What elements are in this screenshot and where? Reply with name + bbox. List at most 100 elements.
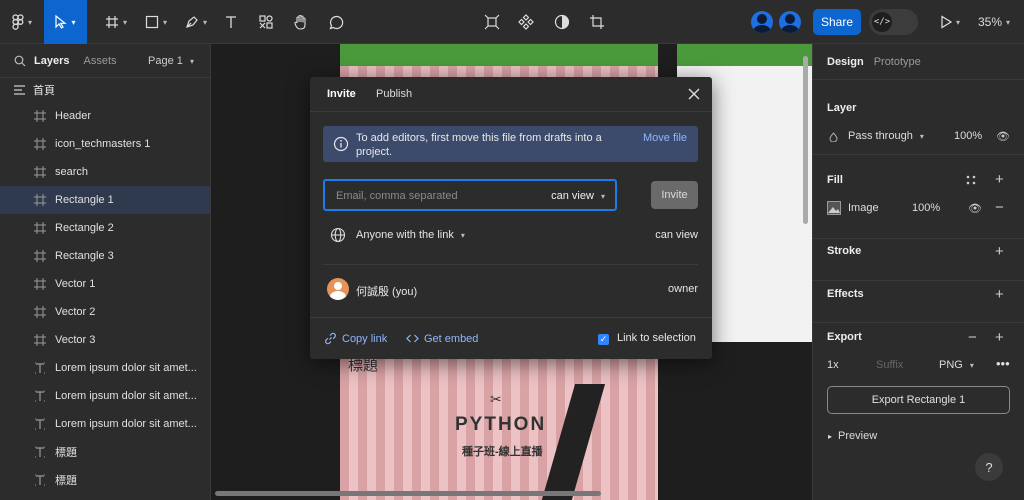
layer-item[interactable]: Vector 3 (0, 326, 210, 354)
chevron-down-icon: ▾ (27, 17, 32, 27)
eye-icon[interactable]: 👁 (968, 202, 982, 215)
frame-icon (33, 305, 47, 319)
hand-tool-button[interactable] (287, 0, 315, 44)
text-icon (33, 389, 47, 403)
layer-item[interactable]: 標題 (0, 466, 210, 494)
dialog-footer: Copy link Get embed ✓ Link to selection (310, 317, 712, 359)
layer-item[interactable]: Vector 2 (0, 298, 210, 326)
frame-selection-icon (484, 14, 500, 30)
copy-link-button[interactable]: Copy link (324, 332, 387, 345)
laptop-image (534, 384, 606, 500)
layer-item[interactable]: Rectangle 3 (0, 242, 210, 270)
get-embed-button[interactable]: Get embed (406, 332, 478, 345)
image-swatch-icon[interactable] (827, 201, 841, 215)
invite-button[interactable]: Invite (651, 181, 698, 209)
create-component-button[interactable] (514, 0, 538, 44)
move-tool-button[interactable]: ▾ (44, 0, 87, 44)
link-icon (325, 332, 336, 345)
remove-export-icon[interactable]: − (968, 330, 977, 345)
page-selector[interactable]: Page 1 ▾ (148, 55, 194, 67)
comment-tool-button[interactable] (322, 0, 350, 44)
tab-layers[interactable]: Layers (34, 55, 69, 67)
stroke-section: Stroke + (813, 239, 1024, 281)
crop-icon (590, 15, 604, 29)
resources-tool-button[interactable] (252, 0, 280, 44)
layer-label: search (55, 166, 89, 178)
styles-icon[interactable] (966, 175, 976, 185)
tab-publish[interactable]: Publish (376, 88, 412, 100)
components-icon (259, 15, 273, 29)
export-format-dropdown[interactable]: PNG ▾ (939, 359, 974, 371)
list-icon (14, 85, 25, 95)
tab-design[interactable]: Design (827, 56, 864, 68)
export-suffix-field[interactable]: Suffix (876, 359, 903, 371)
frame-icon (33, 221, 47, 235)
avatar[interactable] (779, 11, 801, 33)
layer-item[interactable]: Lorem ipsum dolor sit amet... (0, 382, 210, 410)
export-button[interactable]: Export Rectangle 1 (827, 386, 1010, 414)
crop-button[interactable] (585, 0, 609, 44)
link-permission[interactable]: can view (655, 229, 698, 241)
page-root-item[interactable]: 首頁 (0, 78, 210, 102)
add-fill-icon[interactable]: + (995, 172, 1004, 187)
layer-item[interactable]: Lorem ipsum dolor sit amet... (0, 354, 210, 382)
blend-mode-dropdown[interactable]: Pass through ▾ (848, 130, 924, 142)
fill-opacity[interactable]: 100% (912, 202, 940, 214)
remove-fill-icon[interactable]: − (995, 200, 1004, 215)
add-effect-icon[interactable]: + (995, 287, 1004, 302)
present-button[interactable]: ▾ (935, 0, 965, 44)
link-scope-dropdown[interactable]: Anyone with the link ▾ (356, 229, 465, 241)
tab-invite[interactable]: Invite (327, 88, 356, 100)
export-scale[interactable]: 1x (827, 359, 839, 371)
link-access-row: Anyone with the link ▾ can view (310, 223, 712, 247)
code-icon (406, 334, 419, 343)
fill-type[interactable]: Image (848, 202, 879, 214)
shape-tool-button[interactable]: ▾ (136, 0, 176, 44)
effects-section: Effects + (813, 281, 1024, 323)
main-menu-button[interactable]: ▾ (0, 0, 44, 44)
frame-selection-button[interactable] (480, 0, 504, 44)
tab-prototype[interactable]: Prototype (874, 56, 921, 68)
preview-toggle[interactable]: ▸ Preview (828, 430, 877, 442)
text-tool-button[interactable] (218, 0, 244, 44)
get-embed-label: Get embed (424, 332, 479, 345)
vertical-scrollbar[interactable] (803, 56, 808, 224)
layer-item[interactable]: icon_techmasters 1 (0, 130, 210, 158)
frame-icon (33, 193, 47, 207)
tab-assets[interactable]: Assets (83, 55, 116, 67)
layer-item[interactable]: Vector 1 (0, 270, 210, 298)
email-field[interactable]: Email, comma separated can view ▾ (323, 179, 617, 211)
layer-item[interactable]: Lorem ipsum dolor sit amet... (0, 410, 210, 438)
search-icon[interactable] (14, 55, 26, 67)
share-button[interactable]: Share (813, 9, 861, 35)
help-button[interactable]: ? (975, 453, 1003, 481)
chevron-right-icon: ▸ (828, 432, 833, 441)
close-icon[interactable] (686, 86, 702, 102)
right-panel-tabs: Design Prototype (813, 44, 1024, 80)
add-stroke-icon[interactable]: + (995, 244, 1004, 259)
add-export-icon[interactable]: + (995, 330, 1004, 345)
link-to-selection-checkbox[interactable]: ✓ (598, 334, 609, 345)
avatar[interactable] (751, 11, 773, 33)
move-file-link[interactable]: Move file (643, 131, 693, 145)
layer-item[interactable]: search (0, 158, 210, 186)
layer-item[interactable]: Rectangle 1 (0, 186, 210, 214)
link-scope-label: Anyone with the link (356, 229, 454, 241)
more-icon[interactable]: ••• (996, 356, 1010, 371)
zoom-control[interactable]: 35% ▾ (978, 0, 1010, 44)
chevron-down-icon: ▾ (189, 57, 194, 66)
text-icon (226, 16, 236, 28)
horizontal-scrollbar[interactable] (215, 491, 601, 496)
frame-tool-button[interactable]: ▾ (96, 0, 136, 44)
mask-button[interactable] (550, 0, 574, 44)
permission-dropdown[interactable]: can view ▾ (551, 190, 605, 202)
dev-mode-toggle[interactable]: </> (869, 9, 918, 35)
text-icon (33, 361, 47, 375)
chevron-down-icon: ▾ (460, 231, 465, 240)
eye-icon[interactable]: 👁 (996, 130, 1010, 143)
pen-tool-button[interactable]: ▾ (176, 0, 216, 44)
layer-item[interactable]: 標題 (0, 438, 210, 466)
layer-opacity[interactable]: 100% (954, 130, 982, 142)
layer-item[interactable]: Header (0, 102, 210, 130)
layer-item[interactable]: Rectangle 2 (0, 214, 210, 242)
